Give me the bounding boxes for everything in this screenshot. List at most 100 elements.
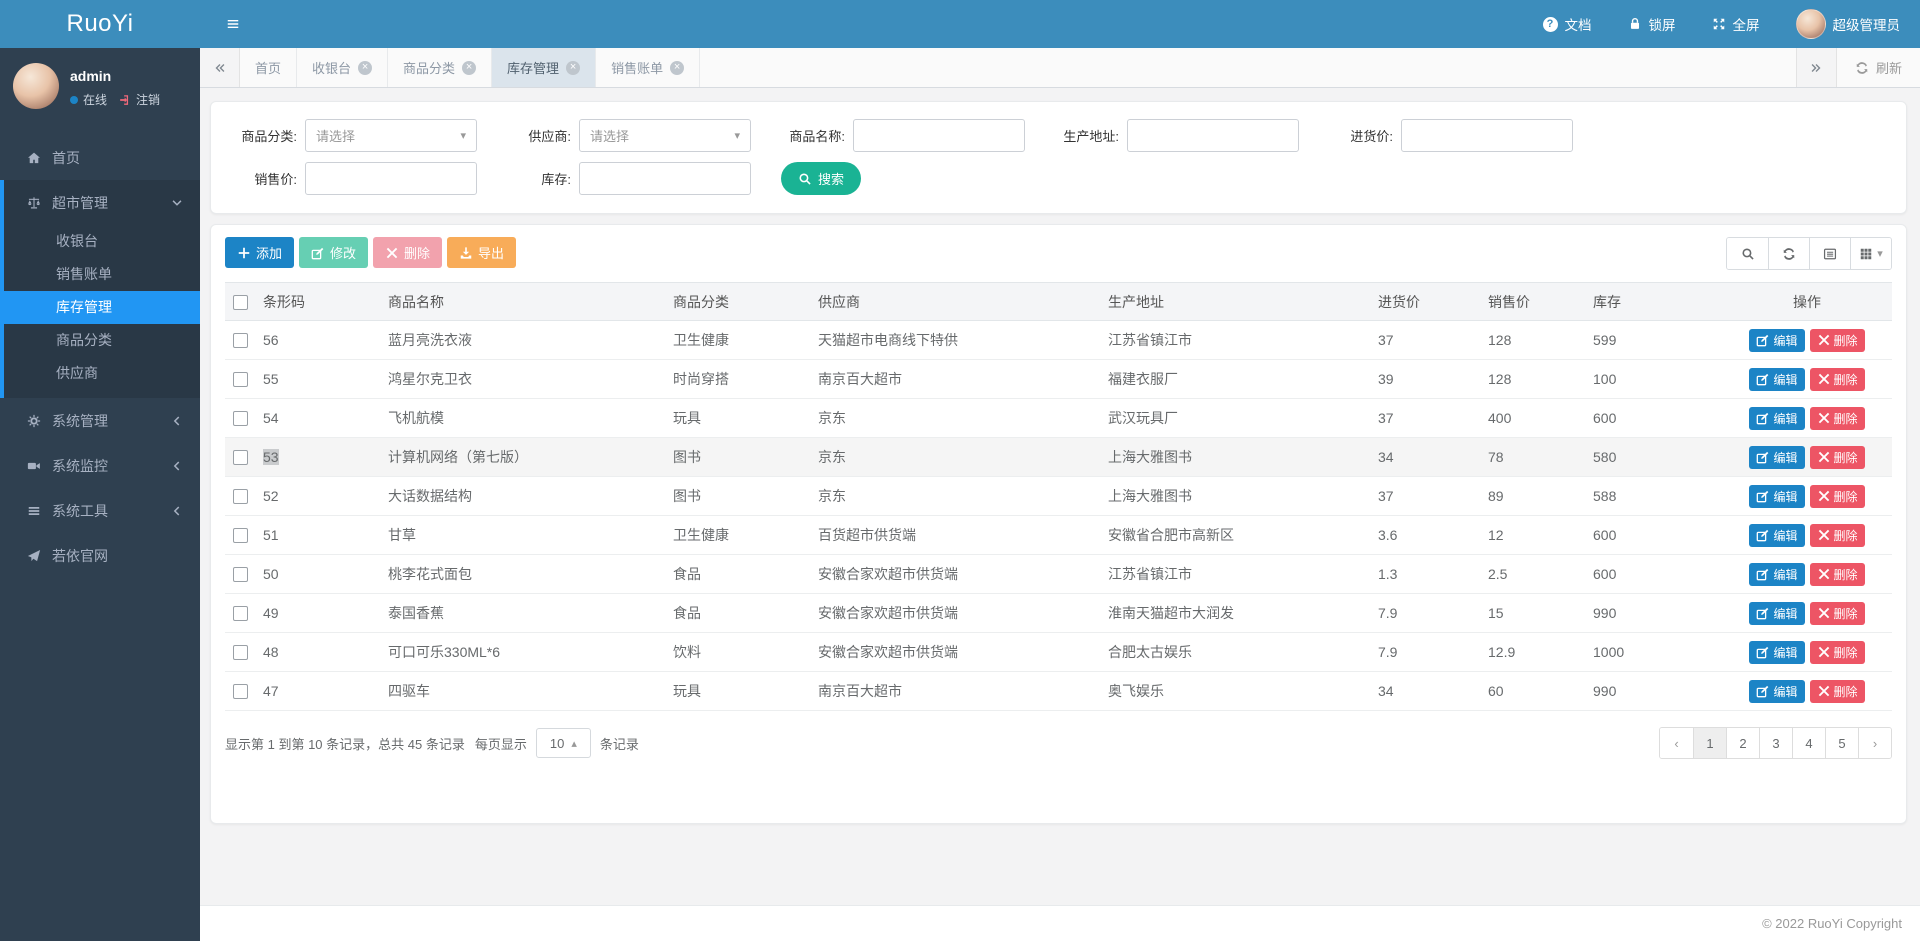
sidebar-subitem[interactable]: 供应商	[4, 357, 200, 390]
tabs-scroll-left-button[interactable]	[200, 48, 240, 87]
delete-button[interactable]: 删除	[1809, 445, 1865, 469]
column-header[interactable]: 销售价	[1480, 282, 1585, 321]
text-input[interactable]	[1401, 119, 1573, 152]
select-all-checkbox[interactable]	[233, 294, 248, 310]
search-button[interactable]: 搜索	[781, 162, 862, 195]
row-checkbox[interactable]	[233, 528, 248, 544]
column-header[interactable]: 库存	[1585, 282, 1722, 321]
delete-button[interactable]: 删除	[373, 237, 443, 268]
edit-button[interactable]: 编辑	[1749, 328, 1805, 352]
chevron-left-icon	[170, 504, 184, 518]
tab-bar: 首页 收银台 × 商品分类 × 库存管理 × 销售账单 × 刷新	[200, 48, 1920, 88]
tab[interactable]: 库存管理 ×	[492, 48, 597, 87]
delete-button[interactable]: 删除	[1809, 328, 1865, 352]
page-button-2[interactable]: 2	[1726, 728, 1759, 758]
delete-button[interactable]: 删除	[1809, 523, 1865, 547]
search-field: 库存:	[503, 162, 751, 195]
row-checkbox[interactable]	[233, 606, 248, 622]
tab[interactable]: 销售账单 ×	[596, 48, 701, 87]
tab[interactable]: 首页	[240, 48, 298, 87]
tab-close-icon[interactable]: ×	[566, 60, 581, 75]
edit-button[interactable]: 编辑	[1749, 679, 1805, 703]
table-search-toggle-button[interactable]	[1727, 238, 1768, 269]
sidebar-item[interactable]: 系统管理	[0, 398, 200, 443]
row-checkbox[interactable]	[233, 645, 248, 661]
delete-button[interactable]: 删除	[1809, 562, 1865, 586]
cell-address: 淮南天猫超市大润发	[1100, 593, 1370, 633]
column-header[interactable]: 进货价	[1370, 282, 1480, 321]
page-button-3[interactable]: 3	[1759, 728, 1792, 758]
row-checkbox[interactable]	[233, 333, 248, 349]
sidebar-subitem[interactable]: 库存管理	[4, 291, 200, 324]
sidebar-toggle-button[interactable]	[226, 17, 240, 31]
sidebar-subitem[interactable]: 销售账单	[4, 258, 200, 291]
cell-stock: 600	[1585, 515, 1722, 555]
tab[interactable]: 收银台 ×	[297, 48, 389, 87]
text-input[interactable]	[1127, 119, 1299, 152]
delete-button[interactable]: 删除	[1809, 484, 1865, 508]
page-button-1[interactable]: 1	[1693, 728, 1726, 758]
tabs-scroll-right-button[interactable]	[1795, 48, 1836, 87]
fullscreen-link[interactable]: 全屏	[1712, 14, 1760, 34]
sidebar-subitem[interactable]: 收银台	[4, 225, 200, 258]
row-checkbox[interactable]	[233, 489, 248, 505]
column-header[interactable]: 商品名称	[380, 282, 665, 321]
edit-button[interactable]: 编辑	[1749, 445, 1805, 469]
sidebar-item[interactable]: 若依官网	[0, 533, 200, 578]
edit-button[interactable]: 编辑	[1749, 484, 1805, 508]
column-header[interactable]: 操作	[1722, 282, 1892, 321]
export-button[interactable]: 导出	[447, 237, 517, 268]
text-input[interactable]	[305, 162, 477, 195]
delete-button[interactable]: 删除	[1809, 406, 1865, 430]
delete-button[interactable]: 删除	[1809, 601, 1865, 625]
text-input[interactable]	[579, 162, 751, 195]
edit-button[interactable]: 编辑	[1749, 640, 1805, 664]
row-checkbox[interactable]	[233, 411, 248, 427]
column-header[interactable]: 供应商	[810, 282, 1100, 321]
text-input[interactable]	[853, 119, 1025, 152]
edit-button[interactable]: 编辑	[1749, 367, 1805, 391]
page-button-5[interactable]: 5	[1825, 728, 1858, 758]
row-checkbox[interactable]	[233, 567, 248, 583]
edit-button[interactable]: 编辑	[1749, 601, 1805, 625]
tab[interactable]: 商品分类 ×	[388, 48, 493, 87]
column-header[interactable]: 生产地址	[1100, 282, 1370, 321]
delete-button[interactable]: 删除	[1809, 367, 1865, 391]
column-header[interactable]: 商品分类	[665, 282, 810, 321]
table-columns-button[interactable]: ▾	[1850, 238, 1891, 269]
table-row: 52 大话数据结构 图书 京东 上海大雅图书 37 89 588 编辑 删除	[225, 476, 1892, 516]
tab-close-icon[interactable]: ×	[670, 60, 685, 75]
user-menu[interactable]: 超级管理员	[1795, 9, 1900, 39]
lock-screen-link[interactable]: 锁屏	[1628, 14, 1676, 34]
sidebar-item[interactable]: 系统工具	[0, 488, 200, 533]
tab-close-icon[interactable]: ×	[462, 60, 477, 75]
prev-page-button[interactable]: ‹	[1660, 728, 1693, 758]
sidebar-subitem[interactable]: 商品分类	[4, 324, 200, 357]
sidebar-item[interactable]: 系统监控	[0, 443, 200, 488]
next-page-button[interactable]: ›	[1858, 728, 1891, 758]
edit-button[interactable]: 编辑	[1749, 406, 1805, 430]
sidebar-item[interactable]: 首页	[0, 135, 200, 180]
edit-button[interactable]: 编辑	[1749, 523, 1805, 547]
delete-button[interactable]: 删除	[1809, 679, 1865, 703]
logout-link[interactable]: 注销	[118, 91, 160, 108]
delete-button[interactable]: 删除	[1809, 640, 1865, 664]
row-checkbox[interactable]	[233, 450, 248, 466]
sidebar-group-header[interactable]: 超市管理	[4, 180, 200, 225]
page-size-select[interactable]: 10 ▴	[535, 728, 591, 758]
table-refresh-button[interactable]	[1768, 238, 1809, 269]
tab-close-icon[interactable]: ×	[358, 60, 373, 75]
select-input[interactable]: 请选择 ▾	[579, 119, 751, 152]
avatar[interactable]	[13, 63, 59, 109]
table-detail-view-button[interactable]	[1809, 238, 1850, 269]
select-input[interactable]: 请选择 ▾	[305, 119, 477, 152]
row-checkbox[interactable]	[233, 372, 248, 388]
column-header[interactable]: 条形码	[255, 282, 380, 321]
modify-button[interactable]: 修改	[299, 237, 369, 268]
row-checkbox[interactable]	[233, 684, 248, 700]
add-button[interactable]: 添加	[225, 237, 295, 268]
refresh-tab-button[interactable]: 刷新	[1835, 48, 1920, 87]
page-button-4[interactable]: 4	[1792, 728, 1825, 758]
edit-button[interactable]: 编辑	[1749, 562, 1805, 586]
doc-link[interactable]: ? 文档	[1542, 14, 1592, 34]
